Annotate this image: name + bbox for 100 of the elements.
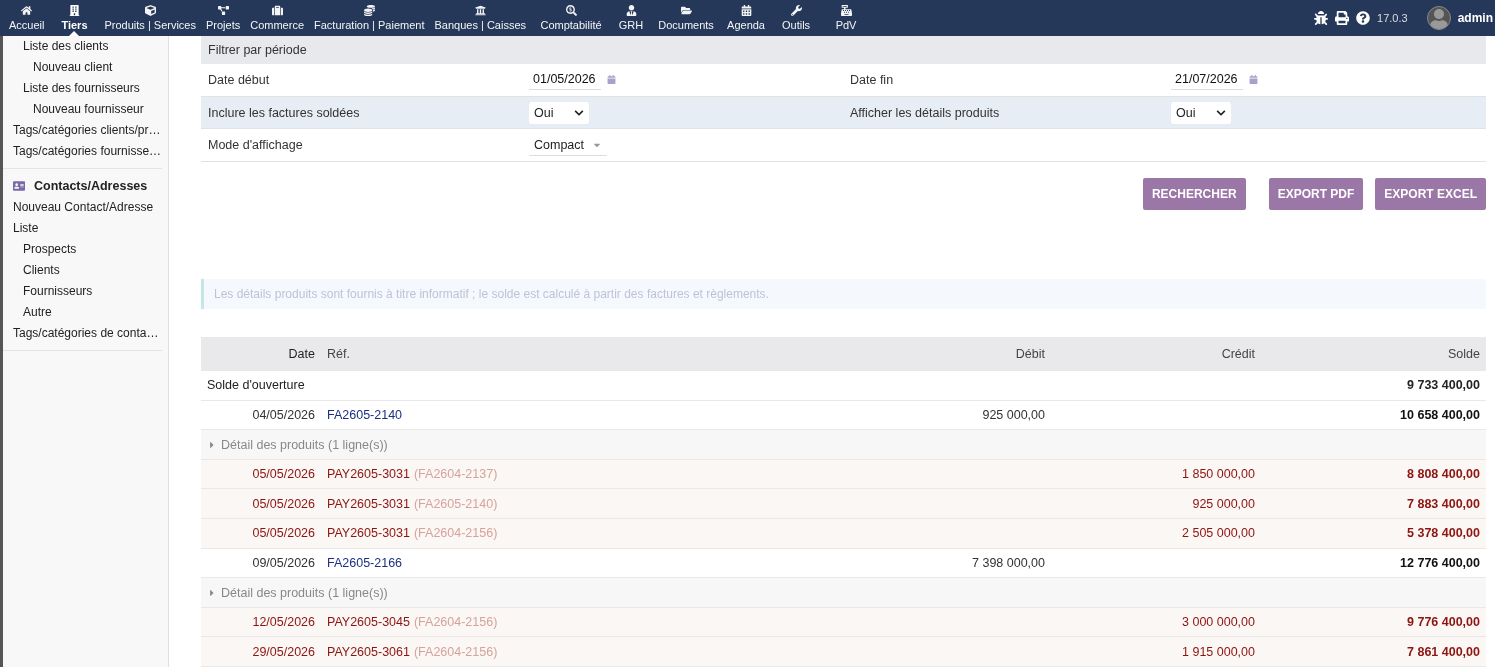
linked-invoice-ref: (FA2604-2156) [413, 615, 498, 630]
cube-icon [144, 5, 156, 16]
reference-link[interactable]: FA2605-2140 [327, 407, 403, 422]
building-icon [68, 5, 80, 16]
table-cell-text: 8 808 400,00 [1406, 467, 1481, 482]
table-cell-text: 12 776 400,00 [1399, 555, 1481, 570]
sidebar-item[interactable]: Tags/catégories fournisse… [13, 141, 162, 162]
table-cell-text: 05/05/2026 [251, 467, 316, 482]
bug-icon[interactable] [1314, 11, 1329, 25]
menu-tab[interactable]: Projets [201, 0, 246, 36]
reference-link[interactable]: PAY2605-3061 [327, 644, 410, 659]
reference-link[interactable]: PAY2605-3031 [327, 496, 410, 511]
sidebar-item[interactable]: Fournisseurs [23, 281, 93, 302]
filter-label: Mode d'affichage [208, 138, 304, 153]
sidebar-item[interactable]: Liste des clients [23, 36, 109, 57]
sidebar-item[interactable]: Nouveau fournisseur [33, 99, 144, 120]
linked-invoice-ref: (FA2604-2137) [413, 467, 498, 482]
table-cell-text: 04/05/2026 [251, 407, 316, 422]
action-button[interactable]: EXPORT EXCEL [1375, 178, 1486, 211]
table-cell-text: 9 776 400,00 [1406, 615, 1481, 630]
yes-no-select[interactable]: Oui [1171, 101, 1231, 124]
column-header: Solde [1447, 346, 1481, 361]
briefcase-icon [271, 5, 283, 16]
reference-link[interactable]: PAY2605-3031 [327, 467, 410, 482]
table-cell-text: 925 000,00 [1191, 496, 1256, 511]
version-label: 17.0.3 [1377, 12, 1408, 24]
table-cell-text: Solde d'ouverture [206, 378, 306, 393]
column-header: Débit [1014, 346, 1046, 361]
filter-label: Afficher les détails produits [850, 105, 1001, 120]
avatar-icon[interactable] [1426, 6, 1451, 30]
table-cell-text: 2 505 000,00 [1181, 526, 1256, 541]
sidebar-item[interactable]: Tags/catégories clients/pr… [13, 120, 161, 141]
menu-tab[interactable]: Agenda [721, 0, 772, 36]
user-name[interactable]: admin [1457, 11, 1493, 25]
table-cell-text: 3 000 000,00 [1181, 615, 1256, 630]
folder-icon [680, 5, 692, 16]
reference-link[interactable]: FA2605-2166 [327, 555, 403, 570]
diagram-icon [217, 5, 229, 16]
contact-card-icon [13, 180, 25, 192]
action-button[interactable]: RECHERCHER [1142, 178, 1246, 211]
sidebar-item[interactable]: Clients [23, 260, 60, 281]
linked-invoice-ref: (FA2605-2140) [413, 496, 498, 511]
menu-tab[interactable]: Produits | Services [99, 0, 201, 36]
person-icon [625, 5, 637, 16]
menu-tab[interactable]: PdV [821, 0, 872, 36]
filter-label: Date fin [850, 72, 895, 87]
menu-tab[interactable]: Commerce [245, 0, 310, 36]
sidebar-item[interactable]: Liste des fournisseurs [23, 78, 140, 99]
table-cell-text: 10 658 400,00 [1399, 407, 1481, 422]
sidebar-heading[interactable]: Contacts/Adresses [34, 179, 148, 193]
reference-link[interactable]: PAY2605-3045 [327, 615, 410, 630]
calendar-icon [740, 5, 752, 16]
help-icon[interactable] [1356, 11, 1371, 25]
home-icon [21, 5, 33, 16]
table-cell-text: 12/05/2026 [251, 615, 316, 630]
sidebar-item[interactable]: Nouveau Contact/Adresse [13, 197, 154, 218]
dollar-search-icon [565, 5, 577, 16]
menu-tab[interactable]: GRH [611, 0, 652, 36]
table-cell-text: 09/05/2026 [251, 555, 316, 570]
table-cell-text: 925 000,00 [981, 407, 1046, 422]
table-cell-text: 7 398 000,00 [971, 555, 1046, 570]
cash-register-icon [840, 5, 852, 16]
table-cell-text: 05/05/2026 [251, 496, 316, 511]
column-header: Date [287, 346, 316, 361]
chevron-down-icon [1216, 107, 1226, 118]
yes-no-select[interactable]: Oui [529, 101, 589, 124]
menu-tab[interactable]: Documents [651, 0, 722, 36]
table-cell-text: 7 861 400,00 [1406, 644, 1481, 659]
chevron-down-icon [574, 107, 584, 118]
menu-tab[interactable]: Banques | Caisses [429, 0, 532, 36]
menu-tab[interactable]: Comptabilité [531, 0, 612, 36]
menu-tab[interactable]: Outils [771, 0, 822, 36]
bank-icon [474, 5, 486, 16]
table-cell-text: 9 733 400,00 [1406, 378, 1481, 393]
sidebar-item[interactable]: Autre [23, 302, 52, 323]
table-cell-text: 7 883 400,00 [1406, 496, 1481, 511]
filter-label: Date début [208, 72, 271, 87]
action-button[interactable]: EXPORT PDF [1268, 178, 1364, 211]
sidebar-item[interactable]: Tags/catégories de conta… [13, 323, 159, 344]
table-cell-text: 1 915 000,00 [1181, 644, 1256, 659]
sidebar-item[interactable]: Prospects [23, 239, 77, 260]
sidebar-item[interactable]: Liste [13, 218, 39, 239]
wrench-icon [790, 5, 802, 16]
column-header: Crédit [1220, 346, 1256, 361]
table-cell-text: 5 378 400,00 [1406, 526, 1481, 541]
table-cell-text: 29/05/2026 [251, 644, 316, 659]
column-header: Réf. [326, 346, 351, 361]
print-icon[interactable] [1335, 11, 1350, 25]
menu-tab[interactable]: Facturation | Paiement [309, 0, 430, 36]
table-cell-text: 1 850 000,00 [1181, 467, 1256, 482]
filter-label: Inclure les factures soldées [208, 105, 361, 120]
reference-link[interactable]: PAY2605-3031 [327, 526, 410, 541]
menu-tab[interactable]: Accueil [4, 0, 50, 36]
display-mode-select[interactable]: Compact [529, 134, 608, 157]
table-cell-text: 05/05/2026 [251, 526, 316, 541]
coins-icon [363, 5, 375, 16]
sidebar-item[interactable]: Nouveau client [33, 57, 113, 78]
date-field[interactable]: 21/07/2026 [1171, 69, 1243, 91]
date-field[interactable]: 01/05/2026 [529, 69, 601, 91]
linked-invoice-ref: (FA2604-2156) [413, 644, 498, 659]
